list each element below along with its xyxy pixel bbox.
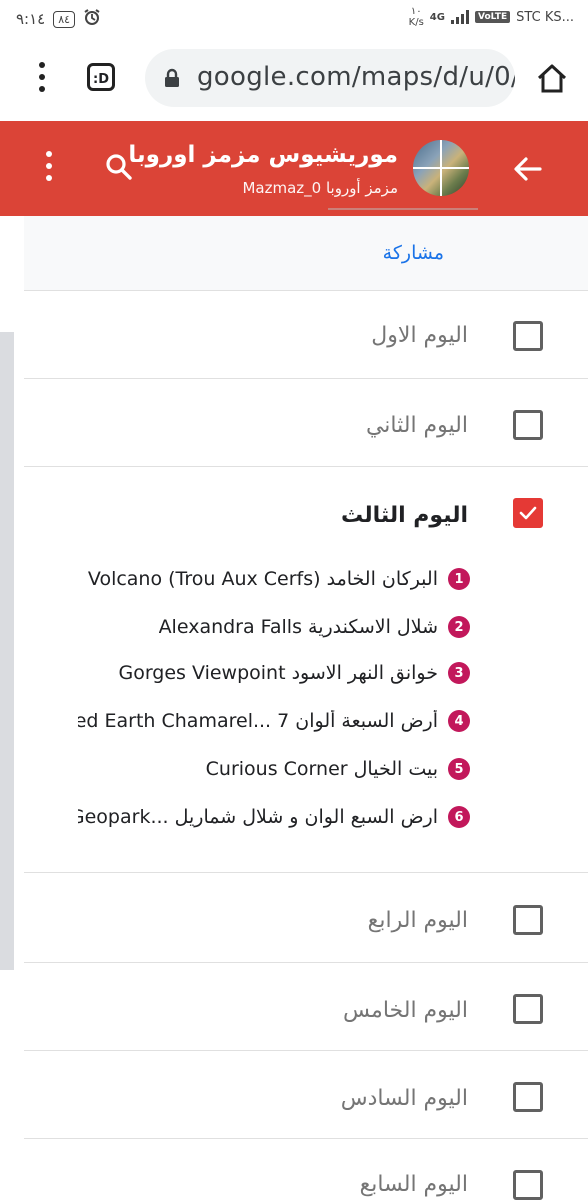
layer-checkbox[interactable] [513, 1170, 543, 1200]
map-thumbnail [413, 140, 469, 196]
place-name: أرض السبعة ألوان 7 ...ored Earth Chamare… [78, 710, 438, 732]
place-name: شلال الاسكندرية Alexandra Falls [158, 616, 438, 638]
layer-day-7[interactable]: اليوم السابع [24, 1138, 588, 1200]
alarm-icon [83, 8, 101, 30]
address-bar[interactable]: google.com/maps/d/u/0/view [145, 49, 515, 107]
carrier-name: STC KS... [516, 9, 574, 25]
layer-day-5[interactable]: اليوم الخامس [24, 962, 588, 1051]
layer-checkbox[interactable] [513, 905, 543, 935]
place-item[interactable]: 2 شلال الاسكندرية Alexandra Falls [159, 612, 470, 642]
layer-day-6[interactable]: اليوم السادس [24, 1050, 588, 1139]
clock: ٩:١٤ [16, 10, 46, 28]
clipped-text [328, 208, 478, 220]
layer-checkbox-checked[interactable] [513, 498, 543, 528]
place-item[interactable]: 3 خوانق النهر الاسود Gorges Viewpoint [118, 658, 470, 688]
layer-checkbox[interactable] [513, 1082, 543, 1112]
layer-label: اليوم الثاني [365, 413, 468, 438]
url-text: google.com/maps/d/u/0/view [197, 62, 515, 92]
volte-badge: VoLTE [474, 11, 511, 23]
map-header: موريشيوس مزمز اوروبا مزمز أوروبا Mazmaz_… [0, 121, 588, 216]
place-name: ارض السبع الوان و شلال شماريل ...h Geopa… [78, 806, 438, 828]
share-link[interactable]: مشاركة [383, 242, 444, 264]
layer-checkbox[interactable] [513, 994, 543, 1024]
place-marker-icon: 2 [448, 616, 470, 638]
place-item[interactable]: 6 ارض السبع الوان و شلال شماريل ...h Geo… [78, 802, 470, 832]
place-marker-icon: 3 [448, 662, 470, 684]
browser-menu-icon[interactable] [30, 62, 54, 96]
search-icon[interactable] [103, 151, 135, 183]
map-info-panel: مشاركة [24, 208, 588, 291]
place-name: خوانق النهر الاسود Gorges Viewpoint [118, 662, 438, 684]
layer-label: اليوم الثالث [341, 503, 468, 528]
layer-label: اليوم الخامس [343, 998, 468, 1023]
layer-checkbox[interactable] [513, 410, 543, 440]
layer-day-1[interactable]: اليوم الاول [24, 290, 588, 379]
place-marker-icon: 6 [448, 806, 470, 828]
battery-icon: ٨٤ [53, 10, 76, 28]
network-speed: ١٠ K/s [408, 6, 424, 28]
layer-label: اليوم الرابع [367, 908, 468, 933]
layer-day-4[interactable]: اليوم الرابع [24, 872, 588, 963]
layer-day-3[interactable]: اليوم الثالث 1 البركان الخامد Volcano (T… [24, 466, 588, 873]
place-name: بيت الخيال Curious Corner [205, 758, 438, 780]
layer-checkbox[interactable] [513, 321, 543, 351]
layer-label: اليوم السابع [359, 1172, 468, 1197]
tab-switcher-button[interactable]: :D [87, 63, 115, 91]
place-name: البركان الخامد Volcano (Trou Aux Cerfs) [87, 568, 438, 590]
more-options-icon[interactable] [44, 151, 54, 185]
network-type: 4G [429, 11, 445, 23]
map-title: موريشيوس مزمز اوروبا [128, 142, 398, 168]
layer-day-2[interactable]: اليوم الثاني [24, 378, 588, 467]
layer-label: اليوم الاول [371, 323, 468, 348]
checkmark-icon [519, 506, 537, 520]
place-marker-icon: 4 [448, 710, 470, 732]
browser-toolbar: :D google.com/maps/d/u/0/view [0, 38, 588, 120]
layer-label: اليوم السادس [340, 1086, 468, 1111]
lock-icon [165, 68, 179, 87]
scrollbar[interactable] [0, 332, 14, 970]
place-marker-icon: 5 [448, 758, 470, 780]
status-bar: ٩:١٤ ٨٤ ١٠ K/s 4G VoLTE STC KS... [0, 0, 588, 38]
home-icon[interactable] [535, 61, 569, 95]
signal-icon [450, 10, 469, 24]
back-arrow-icon[interactable] [510, 151, 546, 187]
place-item[interactable]: 4 أرض السبعة ألوان 7 ...ored Earth Chama… [78, 706, 470, 736]
place-item[interactable]: 5 بيت الخيال Curious Corner [206, 754, 470, 784]
place-item[interactable]: 1 البركان الخامد Volcano (Trou Aux Cerfs… [88, 564, 470, 594]
place-marker-icon: 1 [448, 568, 470, 590]
map-author: مزمز أوروبا Mazmaz_0 [242, 179, 398, 197]
